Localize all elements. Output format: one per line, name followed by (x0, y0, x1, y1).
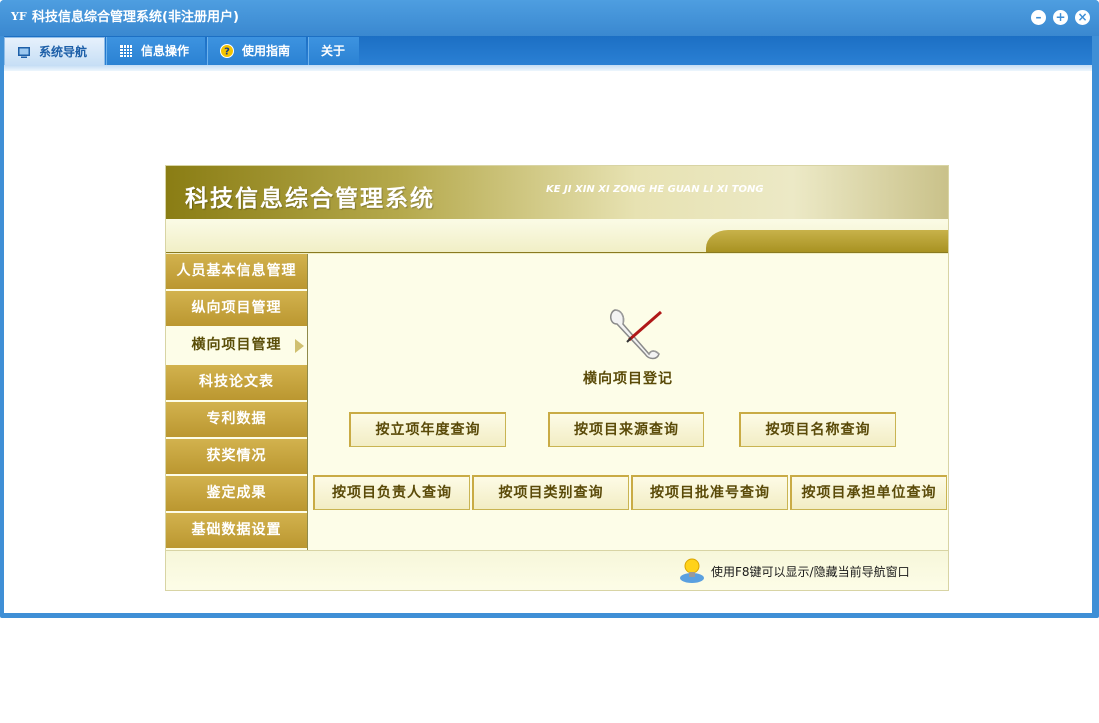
svg-text:?: ? (224, 47, 230, 58)
tab-label: 使用指南 (242, 44, 291, 58)
query-by-approval-number-button[interactable]: 按项目批准号查询 (631, 475, 788, 510)
sidebar-item-vertical-projects[interactable]: 纵向项目管理 (166, 291, 307, 328)
sidebar-item-label: 专利数据 (206, 411, 267, 427)
banner-divider (166, 252, 948, 253)
close-icon[interactable]: × (1075, 10, 1090, 25)
tab-about[interactable]: 关于 (308, 37, 359, 65)
title-bar[interactable]: YF 科技信息综合管理系统(非注册用户) – + × (0, 0, 1099, 36)
minimize-icon[interactable]: – (1031, 10, 1046, 25)
lightbulb-icon (680, 558, 704, 583)
monitor-icon (18, 47, 30, 58)
sidebar-item-appraisals[interactable]: 鉴定成果 (166, 476, 307, 513)
tab-label: 系统导航 (39, 45, 88, 59)
sidebar-item-base-data[interactable]: 基础数据设置 (166, 513, 307, 550)
sidebar-item-personnel[interactable]: 人员基本信息管理 (166, 254, 307, 291)
tab-label: 关于 (321, 44, 346, 58)
sidebar-item-label: 鉴定成果 (206, 485, 267, 501)
banner-title: 科技信息综合管理系统 (185, 186, 435, 212)
menu-tab-bar: 系统导航 信息操作 ? 使用指南 关于 (4, 36, 1092, 66)
banner: 科技信息综合管理系统 KE JI XIN XI ZONG HE GUAN LI … (166, 166, 948, 219)
help-icon: ? (220, 44, 234, 58)
sidebar-item-label: 横向项目管理 (191, 337, 282, 353)
navigation-panel: 科技信息综合管理系统 KE JI XIN XI ZONG HE GUAN LI … (165, 165, 949, 591)
sidebar-item-label: 人员基本信息管理 (176, 263, 297, 279)
query-by-name-button[interactable]: 按项目名称查询 (739, 412, 896, 447)
f8-hint-text: 使用F8键可以显示/隐藏当前导航窗口 (711, 565, 910, 579)
tab-system-navigation[interactable]: 系统导航 (4, 37, 105, 66)
sidebar-item-label: 获奖情况 (206, 448, 267, 464)
horizontal-project-register-link[interactable]: 横向项目登记 (583, 368, 673, 388)
query-by-unit-button[interactable]: 按项目承担单位查询 (790, 475, 947, 510)
query-by-year-button[interactable]: 按立项年度查询 (349, 412, 506, 447)
sidebar-item-label: 科技论文表 (199, 374, 274, 390)
main-panel: 横向项目登记 按立项年度查询 按项目来源查询 按项目名称查询 按项目负责人查询 … (308, 254, 948, 550)
sidebar-item-patents[interactable]: 专利数据 (166, 402, 307, 439)
query-by-leader-button[interactable]: 按项目负责人查询 (313, 475, 470, 510)
banner-gold-swoosh (706, 230, 948, 252)
tab-info-operation[interactable]: 信息操作 (106, 37, 205, 65)
scroll-quill-icon[interactable] (605, 302, 667, 366)
sidebar-item-horizontal-projects[interactable]: 横向项目管理 (166, 328, 307, 365)
footer: 使用F8键可以显示/隐藏当前导航窗口 (166, 550, 948, 590)
restore-icon[interactable]: + (1053, 10, 1068, 25)
sidebar-item-awards[interactable]: 获奖情况 (166, 439, 307, 476)
yf-logo-icon: YF (11, 10, 27, 23)
tab-label: 信息操作 (141, 44, 190, 58)
sidebar-item-label: 纵向项目管理 (191, 300, 282, 316)
query-by-category-button[interactable]: 按项目类别查询 (472, 475, 629, 510)
query-by-source-button[interactable]: 按项目来源查询 (548, 412, 704, 447)
sidebar: 人员基本信息管理 纵向项目管理 横向项目管理 科技论文表 专利数据 获奖情况 鉴… (166, 254, 308, 550)
banner-subtitle: KE JI XIN XI ZONG HE GUAN LI XI TONG (546, 184, 764, 195)
window-title: 科技信息综合管理系统(非注册用户) (32, 10, 239, 25)
grid-icon (120, 45, 132, 57)
sidebar-item-papers[interactable]: 科技论文表 (166, 365, 307, 402)
tab-user-guide[interactable]: ? 使用指南 (207, 37, 306, 65)
active-arrow-icon (295, 339, 304, 353)
sidebar-item-label: 基础数据设置 (191, 522, 282, 538)
